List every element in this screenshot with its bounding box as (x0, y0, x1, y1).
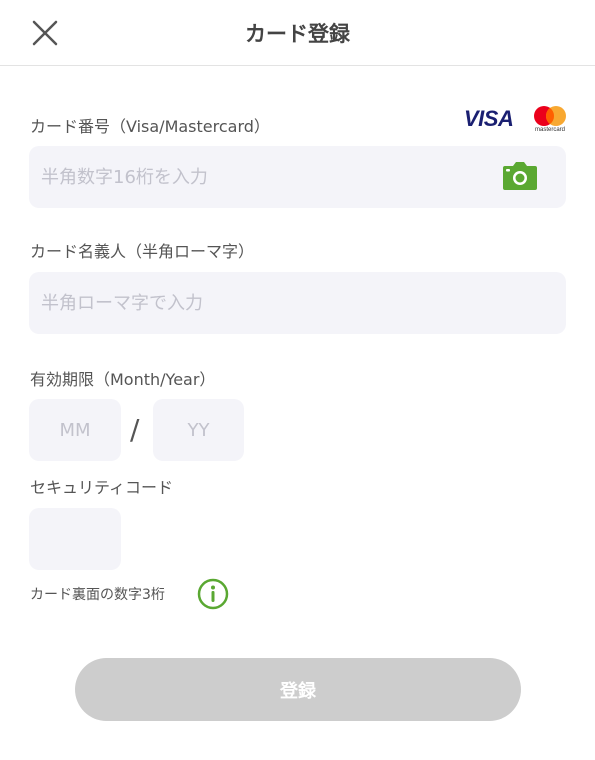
security-code-input[interactable] (29, 508, 121, 570)
expiry-month-input[interactable] (29, 399, 121, 461)
card-holder-label: カード名義人（半角ローマ字） (30, 242, 255, 261)
expiry-year-input[interactable] (153, 399, 244, 461)
card-number-input[interactable] (29, 146, 566, 208)
expiry-label: 有効期限（Month/Year） (30, 370, 216, 389)
security-code-help: カード裏面の数字3桁 (30, 587, 165, 603)
card-holder-input[interactable] (29, 272, 566, 334)
card-number-label: カード番号（Visa/Mastercard） (30, 117, 270, 136)
expiry-separator: / (130, 413, 140, 446)
page-title: カード登録 (245, 22, 350, 46)
register-button[interactable]: 登録 (75, 658, 521, 721)
info-icon[interactable] (197, 578, 229, 610)
camera-icon[interactable] (502, 161, 538, 191)
mastercard-wordmark: mastercard (534, 127, 565, 133)
security-code-label: セキュリティコード (30, 478, 174, 497)
app-header: カード登録 (0, 0, 595, 66)
visa-logo: VISA (464, 106, 514, 131)
